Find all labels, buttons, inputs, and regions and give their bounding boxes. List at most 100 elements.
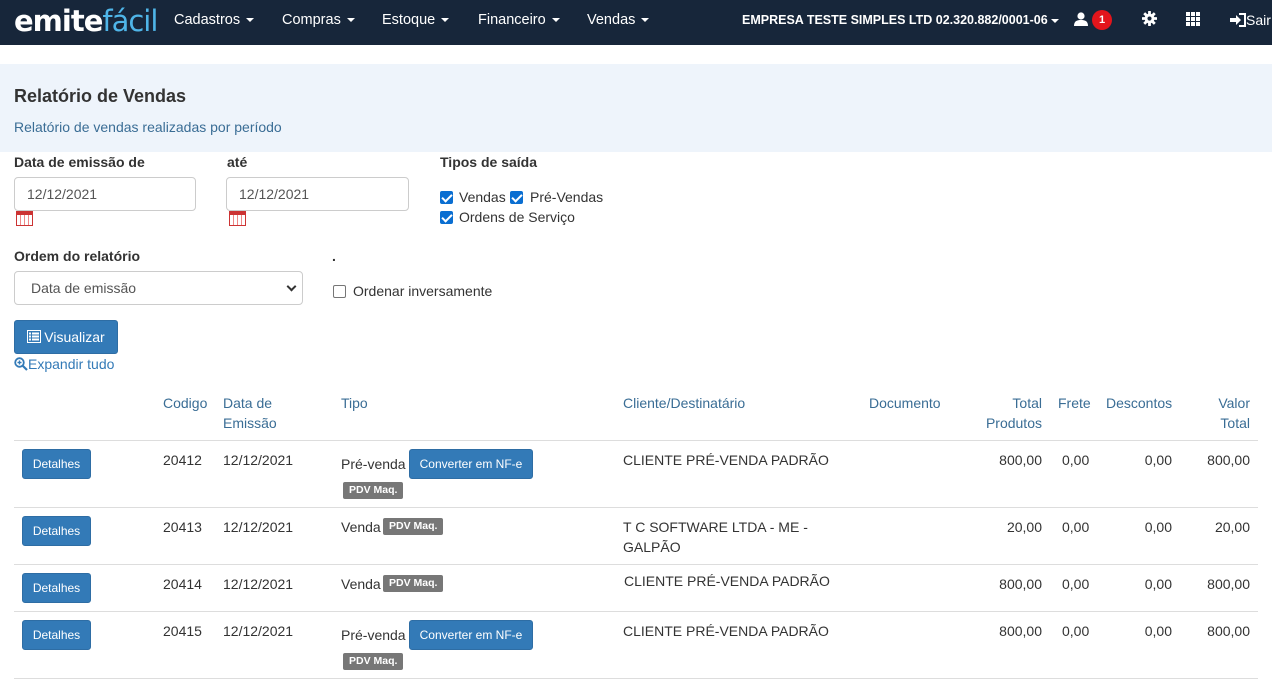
checkbox-ordens-servico-label: Ordens de Serviço: [459, 209, 575, 225]
cell-descontos: 0,00: [1144, 452, 1172, 468]
details-button[interactable]: Detalhes: [22, 620, 91, 650]
checkbox-ordens-servico[interactable]: [440, 211, 453, 224]
menu-vendas[interactable]: Vendas: [587, 12, 650, 28]
chevron-down-icon: [286, 281, 297, 292]
reverse-order-label: Ordenar inversamente: [353, 283, 493, 299]
pdv-tag: PDV Maq.: [383, 575, 444, 592]
table-divider: [14, 611, 1258, 612]
company-selector[interactable]: EMPRESA TESTE SIMPLES LTD 02.320.882/000…: [742, 13, 1059, 27]
cell-total-produtos: 20,00: [1006, 519, 1042, 535]
cell-codigo: 20415: [163, 623, 202, 639]
calendar-icon[interactable]: [16, 211, 33, 226]
cell-cliente: T C SOFTWARE LTDA - ME -: [623, 519, 808, 535]
col-header-cliente[interactable]: Cliente/Destinatário: [623, 393, 745, 413]
cell-cliente: CLIENTE PRÉ-VENDA PADRÃO: [623, 452, 829, 468]
dot-label: .: [332, 248, 336, 264]
user-icon[interactable]: [1073, 11, 1089, 27]
col-header-data-line2[interactable]: Emissão: [223, 413, 277, 433]
view-button[interactable]: Visualizar: [14, 320, 118, 354]
details-button[interactable]: Detalhes: [22, 449, 91, 479]
cell-descontos: 0,00: [1144, 519, 1172, 535]
apps-grid-icon[interactable]: [1186, 12, 1200, 26]
logout-link[interactable]: Sair: [1230, 12, 1271, 28]
notification-badge[interactable]: 1: [1092, 10, 1112, 30]
col-header-tipo[interactable]: Tipo: [341, 393, 368, 413]
convert-nfe-button[interactable]: Converter em NF-e: [409, 449, 533, 479]
caret-down-icon: [551, 18, 560, 23]
col-header-total-line1[interactable]: Total: [962, 393, 1042, 413]
checkbox-vendas[interactable]: [440, 191, 453, 204]
date-to-label: até: [227, 154, 248, 170]
cell-data: 12/12/2021: [223, 623, 294, 639]
page-title: Relatório de Vendas: [14, 86, 187, 106]
cell-valor-total: 800,00: [1207, 452, 1250, 468]
checkbox-vendas-label: Vendas: [459, 189, 506, 205]
list-icon: [27, 330, 42, 343]
company-name: EMPRESA TESTE SIMPLES LTD 02.320.882/000…: [742, 13, 1048, 27]
menu-label: Estoque: [382, 12, 436, 28]
col-header-documento[interactable]: Documento: [869, 393, 941, 413]
table-divider: [14, 678, 1258, 679]
details-button[interactable]: Detalhes: [22, 516, 91, 546]
cell-tipo: Pré-venda: [341, 456, 406, 472]
cell-total-produtos: 800,00: [999, 623, 1042, 639]
caret-down-icon: [346, 18, 355, 23]
caret-down-icon: [441, 18, 450, 23]
types-label: Tipos de saída: [440, 154, 537, 170]
col-header-codigo[interactable]: Codigo: [163, 393, 207, 413]
caret-down-icon: [246, 18, 255, 23]
order-select[interactable]: Data de emissão: [14, 271, 303, 305]
table-divider: [14, 507, 1258, 508]
pdv-tag: PDV Maq.: [383, 518, 444, 535]
col-header-valor-line1[interactable]: Valor: [1170, 393, 1250, 413]
expand-all-link[interactable]: Expandir tudo: [14, 356, 114, 372]
cell-descontos: 0,00: [1144, 623, 1172, 639]
gear-icon[interactable]: [1142, 11, 1157, 26]
cell-data: 12/12/2021: [223, 452, 294, 468]
date-from-input[interactable]: 12/12/2021: [14, 177, 196, 211]
convert-nfe-button[interactable]: Converter em NF-e: [409, 620, 533, 650]
page-subtitle: Relatório de vendas realizadas por perío…: [14, 119, 282, 135]
table-divider: [14, 564, 1258, 565]
cell-cliente: CLIENTE PRÉ-VENDA PADRÃO: [623, 623, 829, 639]
cell-codigo: 20413: [163, 519, 202, 535]
cell-tipo: Pré-venda: [341, 627, 406, 643]
calendar-icon[interactable]: [229, 211, 246, 226]
cell-cliente-line2: GALPÃO: [623, 539, 681, 555]
checkbox-prevendas[interactable]: [510, 191, 523, 204]
page-header: Relatório de Vendas Relatório de vendas …: [0, 64, 1272, 152]
cell-valor-total: 800,00: [1207, 576, 1250, 592]
details-button[interactable]: Detalhes: [22, 573, 91, 603]
menu-label: Financeiro: [478, 12, 546, 28]
pdv-tag: PDV Maq.: [343, 482, 404, 499]
col-header-valor-line2[interactable]: Total: [1170, 413, 1250, 433]
order-label: Ordem do relatório: [14, 248, 141, 264]
cell-codigo: 20412: [163, 452, 202, 468]
top-navbar: emitefácil Cadastros Compras Estoque Fin…: [0, 0, 1272, 45]
col-header-descontos[interactable]: Descontos: [1106, 393, 1172, 413]
cell-data: 12/12/2021: [223, 576, 294, 592]
cell-tipo: Venda: [341, 576, 381, 592]
pdv-tag: PDV Maq.: [343, 653, 404, 670]
menu-estoque[interactable]: Estoque: [382, 12, 450, 28]
col-header-total-line2[interactable]: Produtos: [962, 413, 1042, 433]
col-header-frete[interactable]: Frete: [1058, 393, 1091, 413]
checkbox-reverse-order[interactable]: [333, 285, 346, 298]
cell-total-produtos: 800,00: [999, 452, 1042, 468]
date-from-label: Data de emissão de: [14, 154, 145, 170]
view-button-label: Visualizar: [44, 329, 105, 345]
cell-total-produtos: 800,00: [999, 576, 1042, 592]
brand-logo[interactable]: emitefácil: [14, 4, 158, 38]
cell-frete: 0,00: [1062, 623, 1090, 639]
date-to-input[interactable]: 12/12/2021: [226, 177, 409, 211]
col-header-data-line1[interactable]: Data de: [223, 393, 272, 413]
menu-cadastros[interactable]: Cadastros: [174, 12, 255, 28]
logo-text-main: emite: [14, 4, 103, 38]
expand-all-label: Expandir tudo: [28, 356, 115, 372]
menu-financeiro[interactable]: Financeiro: [478, 12, 560, 28]
cell-descontos: 0,00: [1144, 576, 1172, 592]
menu-compras[interactable]: Compras: [282, 12, 355, 28]
cell-codigo: 20414: [163, 576, 202, 592]
menu-label: Compras: [282, 12, 341, 28]
logo-text-accent: fácil: [102, 4, 158, 38]
